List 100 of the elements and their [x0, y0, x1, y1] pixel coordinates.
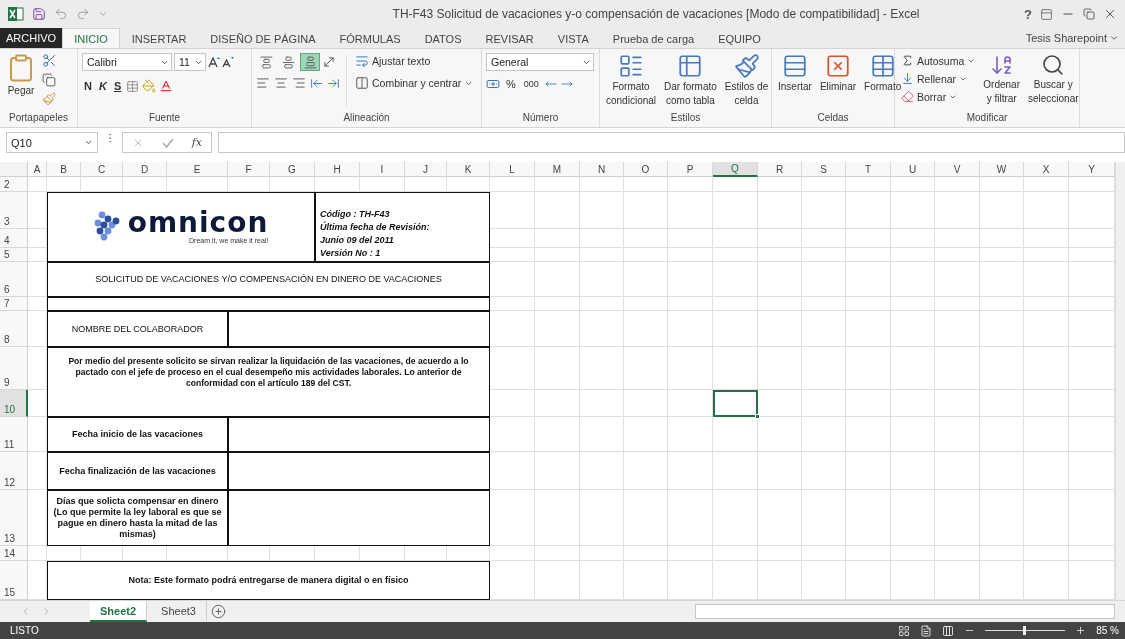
sheet-cell[interactable] [624, 248, 668, 262]
sheet-cell[interactable] [1024, 452, 1069, 490]
sheet-cell[interactable] [980, 452, 1024, 490]
page-break-icon[interactable] [942, 624, 955, 637]
selected-cell[interactable] [713, 390, 758, 417]
sheet-cell[interactable] [28, 546, 47, 561]
sheet-cell[interactable] [535, 262, 580, 297]
sheet-cell[interactable] [535, 248, 580, 262]
underline-button[interactable]: S [111, 80, 124, 92]
column-header[interactable]: Y [1069, 162, 1115, 177]
sheet-cell[interactable] [758, 311, 802, 347]
file-tab[interactable]: ARCHIVO [0, 28, 63, 48]
sheet-cell[interactable] [802, 177, 846, 192]
sheet-cell[interactable] [580, 490, 624, 546]
styles-button[interactable]: Formato condicional [604, 53, 659, 107]
insert-rows-icon[interactable] [781, 53, 808, 79]
column-header[interactable]: T [846, 162, 891, 177]
sheet-cell[interactable] [713, 192, 758, 229]
decrease-indent-icon[interactable] [310, 76, 323, 90]
row-header[interactable]: 11 [0, 417, 28, 452]
sheet-cell[interactable] [624, 390, 668, 417]
cell-styles-icon[interactable] [733, 53, 760, 79]
sheet-cell[interactable] [713, 546, 758, 561]
column-header[interactable]: A [28, 162, 47, 177]
column-header[interactable]: S [802, 162, 846, 177]
sheet-cell[interactable] [490, 546, 535, 561]
account-menu[interactable]: Tesis Sharepoint [1025, 28, 1119, 48]
sheet-cell[interactable] [980, 248, 1024, 262]
ribbon-tab[interactable]: INSERTAR [119, 28, 199, 48]
zoom-in-icon[interactable] [1075, 625, 1087, 636]
ribbon-tab[interactable]: INICIO [62, 28, 120, 48]
sheet-cell[interactable] [580, 390, 624, 417]
sheet-cell[interactable] [1024, 262, 1069, 297]
sheet-cell[interactable] [535, 192, 580, 229]
sheet-cell[interactable] [935, 262, 980, 297]
sheet-cell[interactable] [891, 390, 935, 417]
close-icon[interactable] [1103, 7, 1117, 21]
sheet-cell[interactable] [758, 177, 802, 192]
sheet-cell[interactable] [535, 311, 580, 347]
sheet-cell[interactable] [846, 347, 891, 390]
sheet-cell[interactable] [713, 311, 758, 347]
sheet-cell[interactable] [935, 229, 980, 248]
caret-icon[interactable] [84, 138, 93, 147]
undo-icon[interactable] [54, 7, 68, 21]
vertical-scrollbar[interactable] [1115, 162, 1125, 600]
sheet-cell[interactable] [980, 177, 1024, 192]
sheet-cell[interactable] [891, 311, 935, 347]
sheet-cell[interactable] [846, 546, 891, 561]
percent-button[interactable]: % [504, 78, 518, 90]
wrap-text-icon[interactable] [355, 54, 369, 68]
sheet-tab[interactable]: Sheet2 [90, 601, 148, 622]
sheet-cell[interactable] [624, 452, 668, 490]
sheet-cell[interactable] [580, 192, 624, 229]
sheet-cell[interactable] [535, 297, 580, 311]
column-header[interactable]: B [47, 162, 81, 177]
sheet-cell[interactable] [802, 297, 846, 311]
fill-down-icon[interactable] [901, 72, 914, 85]
row-header[interactable]: 6 [0, 262, 28, 297]
sheet-cell[interactable] [713, 229, 758, 248]
page-layout-icon[interactable] [920, 624, 933, 637]
help-button[interactable]: ? [1024, 6, 1032, 22]
align-right-icon[interactable] [292, 76, 306, 90]
sheet-cell[interactable] [1024, 417, 1069, 452]
align-center-icon[interactable] [274, 76, 288, 90]
banknote-icon[interactable] [486, 77, 500, 91]
sheet-cell[interactable] [758, 248, 802, 262]
sheet-cell[interactable] [580, 229, 624, 248]
sheet-cell[interactable] [846, 452, 891, 490]
sheet-cell[interactable] [624, 490, 668, 546]
sheet-cell[interactable] [758, 192, 802, 229]
sheet-cell[interactable] [935, 546, 980, 561]
styles-button[interactable]: Estilos de celda [722, 53, 771, 107]
format-painter-icon[interactable] [42, 92, 56, 106]
sheet-cell[interactable] [668, 452, 713, 490]
sheet-cell[interactable] [624, 311, 668, 347]
shrink-font-icon[interactable] [222, 56, 234, 68]
sheet-cell[interactable] [846, 311, 891, 347]
sheet-cell[interactable] [624, 546, 668, 561]
sheet-cell[interactable] [891, 452, 935, 490]
sheet-cell[interactable] [1024, 390, 1069, 417]
sheet-cell[interactable] [713, 452, 758, 490]
sheet-cell[interactable] [758, 347, 802, 390]
sheet-cell[interactable] [846, 262, 891, 297]
sheet-cell[interactable] [758, 262, 802, 297]
sheet-cell[interactable] [802, 546, 846, 561]
sheet-cell[interactable] [802, 490, 846, 546]
sheet-cell[interactable] [935, 347, 980, 390]
redo-icon[interactable] [76, 7, 90, 21]
column-header[interactable]: E [167, 162, 228, 177]
sheet-cell[interactable] [935, 311, 980, 347]
sheet-cell[interactable] [846, 417, 891, 452]
copy-icon[interactable] [42, 73, 56, 87]
sheet-cell[interactable] [668, 546, 713, 561]
row-header[interactable]: 13 [0, 490, 28, 546]
column-header[interactable]: D [123, 162, 167, 177]
row-header[interactable]: 7 [0, 297, 28, 311]
sheet-cell[interactable] [580, 347, 624, 390]
ribbon-tab[interactable]: DISEÑO DE PÁGINA [198, 28, 328, 48]
column-header[interactable]: X [1024, 162, 1069, 177]
column-header[interactable]: J [405, 162, 447, 177]
